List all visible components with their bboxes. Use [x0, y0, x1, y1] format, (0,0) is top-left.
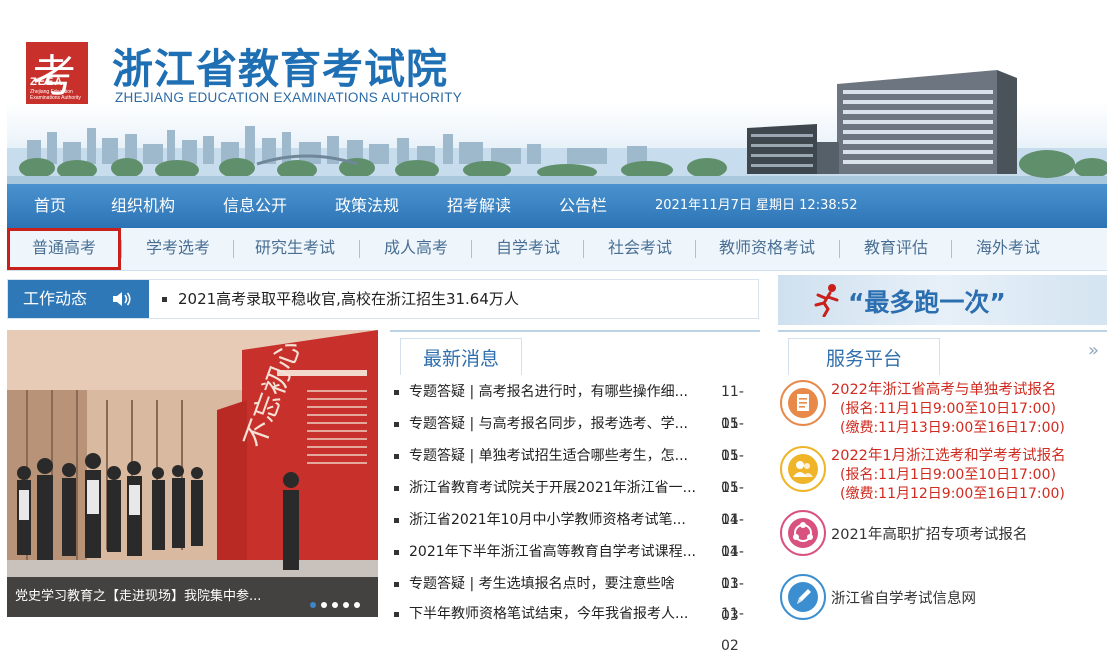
panel-top-line — [390, 330, 760, 332]
main-nav: 首页 组织机构 信息公开 政策法规 招考解读 公告栏 2021年11月7日 星期… — [7, 184, 1107, 228]
news-item[interactable]: 专题答疑 | 单独考试招生适合哪些考生，怎... 11-05 — [390, 440, 760, 496]
carousel-dot[interactable] — [310, 602, 316, 608]
news-item[interactable]: 2021年下半年浙江省高等教育自学考试课程... 11-03 — [390, 536, 760, 592]
bullet — [394, 486, 399, 491]
service-platform-panel: 服务平台 » 2022年浙江省高考与单独考试报名 (报名:11月1日9:00至1… — [778, 330, 1107, 626]
nav-home[interactable]: 首页 — [34, 184, 66, 228]
tab-self-study-exam[interactable]: 自学考试 — [473, 228, 583, 270]
current-datetime: 2021年11月7日 星期日 12:38:52 — [655, 198, 858, 213]
nav-divider — [951, 240, 952, 258]
service-item-expansion-exam[interactable]: 2021年高职扩招专项考试报名 — [778, 510, 1107, 580]
registration-period: (报名:11月1日9:00至10日17:00) — [840, 467, 1056, 483]
bullet — [394, 390, 399, 395]
carousel-dot[interactable] — [354, 602, 360, 608]
runner-icon — [814, 284, 839, 317]
news-title[interactable]: 浙江省2021年10月中小学教师资格考试笔... — [409, 504, 709, 536]
site-title[interactable]: 浙江省教育考试院 — [112, 35, 448, 95]
bullet — [394, 550, 399, 555]
banner-slogan: “最多跑一次” — [848, 288, 1006, 317]
carousel-dots — [310, 593, 365, 612]
ticker-headline[interactable]: 2021高考录取平稳收官,高校在浙江招生31.64万人 — [178, 280, 519, 318]
latest-news-heading[interactable]: 最新消息 — [400, 338, 522, 375]
news-title[interactable]: 2021年下半年浙江省高等教育自学考试课程... — [409, 536, 709, 568]
logo-abbr: ZEEA — [30, 76, 64, 88]
nav-divider — [695, 240, 696, 258]
tab-teacher-qualification[interactable]: 教师资格考试 — [697, 228, 837, 270]
featured-photo: 不忘初心 — [7, 330, 378, 617]
work-news-ticker: 工作动态 2021高考录取平稳收官,高校在浙江招生31.64万人 — [7, 279, 759, 319]
bullet — [162, 297, 167, 302]
nav-admission-guide[interactable]: 招考解读 — [447, 184, 511, 228]
news-title[interactable]: 浙江省教育考试院关于开展2021年浙江省一... — [409, 472, 709, 504]
nav-policies[interactable]: 政策法规 — [335, 184, 399, 228]
news-title[interactable]: 专题答疑 | 高考报名进行时，有哪些操作细... — [409, 376, 709, 408]
news-title[interactable]: 下半年教师资格笔试结束，今年我省报考人... — [409, 598, 709, 630]
carousel-dot[interactable] — [343, 602, 349, 608]
nav-divider — [233, 240, 234, 258]
news-item[interactable]: 下半年教师资格笔试结束，今年我省报考人... 11-02 — [390, 598, 760, 654]
panel-top-line — [778, 330, 1107, 332]
news-item[interactable]: 专题答疑 | 高考报名进行时，有哪些操作细... 11-05 — [390, 376, 760, 432]
nav-divider — [583, 240, 584, 258]
tab-social-exam[interactable]: 社会考试 — [585, 228, 695, 270]
service-item-xuankao-registration[interactable]: 2022年1月浙江选考和学考考试报名 (报名:11月1日9:00至10日17:0… — [778, 446, 1107, 516]
speaker-icon — [113, 292, 131, 306]
payment-period: (缴费:11月12日9:00至16日17:00) — [840, 486, 1065, 502]
zuiduo-paoyici-banner[interactable]: “最多跑一次” — [778, 275, 1107, 325]
service-title[interactable]: 2021年高职扩招专项考试报名 — [831, 523, 1027, 544]
news-title[interactable]: 专题答疑 | 考生选填报名点时，要注意些啥 — [409, 568, 709, 600]
tab-overseas-exam[interactable]: 海外考试 — [953, 228, 1063, 270]
bullet — [394, 612, 399, 617]
nav-info-disclosure[interactable]: 信息公开 — [223, 184, 287, 228]
nav-bulletin[interactable]: 公告栏 — [559, 184, 607, 228]
exam-category-nav: 普通高考 学考选考 研究生考试 成人高考 自学考试 社会考试 教师资格考试 教育… — [7, 228, 1107, 271]
nav-divider — [121, 240, 122, 258]
tab-gaokao[interactable]: 普通高考 — [7, 228, 121, 270]
bullet — [394, 454, 399, 459]
payment-period: (缴费:11月13日9:00至16日17:00) — [840, 420, 1065, 436]
zeea-logo[interactable]: 考 ZEEA Zhejiang Education Examinations A… — [26, 42, 88, 104]
bullet — [394, 518, 399, 523]
ticker-label: 工作动态 — [8, 280, 149, 318]
nav-divider — [471, 240, 472, 258]
site-subtitle: ZHEJIANG EDUCATION EXAMINATIONS AUTHORIT… — [115, 90, 463, 105]
campus-building-illustration — [747, 70, 1075, 178]
service-item-self-study-site[interactable]: 浙江省自学考试信息网 — [778, 574, 1107, 644]
service-title[interactable]: 浙江省自学考试信息网 — [831, 587, 976, 608]
tab-education-evaluation[interactable]: 教育评估 — [841, 228, 951, 270]
news-item[interactable]: 专题答疑 | 考生选填报名点时，要注意些啥 11-03 — [390, 568, 760, 624]
users-icon — [780, 446, 826, 492]
nav-divider — [839, 240, 840, 258]
bullet — [394, 422, 399, 427]
tab-xuekao-xuankao[interactable]: 学考选考 — [123, 228, 233, 270]
service-title[interactable]: 2022年浙江省高考与单独考试报名 — [831, 378, 1056, 399]
news-date: 11-02 — [721, 606, 744, 654]
pen-icon — [780, 574, 826, 620]
share-icon — [780, 510, 826, 556]
service-platform-heading[interactable]: 服务平台 — [788, 338, 940, 375]
registration-period: (报名:11月1日9:00至10日17:00) — [840, 401, 1056, 417]
carousel-dot[interactable] — [321, 602, 327, 608]
nav-organization[interactable]: 组织机构 — [111, 184, 175, 228]
logo-small-text: Zhejiang Education Examinations Authorit… — [30, 89, 81, 101]
service-title[interactable]: 2022年1月浙江选考和学考考试报名 — [831, 444, 1066, 465]
news-title[interactable]: 专题答疑 | 单独考试招生适合哪些考生，怎... — [409, 440, 709, 472]
news-title[interactable]: 专题答疑 | 与高考报名同步，报考选考、学... — [409, 408, 709, 440]
tab-graduate-exam[interactable]: 研究生考试 — [235, 228, 355, 270]
bullet — [394, 582, 399, 587]
news-item[interactable]: 浙江省2021年10月中小学教师资格考试笔... 11-04 — [390, 504, 760, 560]
site-header: 考 ZEEA Zhejiang Education Examinations A… — [7, 0, 1107, 184]
carousel-dot[interactable] — [332, 602, 338, 608]
news-item[interactable]: 浙江省教育考试院关于开展2021年浙江省一... 11-04 — [390, 472, 760, 528]
photo-caption-bar: 党史学习教育之【走进现场】我院集中参... — [7, 577, 378, 617]
document-icon — [780, 380, 826, 426]
service-item-gaokao-registration[interactable]: 2022年浙江省高考与单独考试报名 (报名:11月1日9:00至10日17:00… — [778, 380, 1107, 450]
featured-photo-carousel[interactable]: 不忘初心 党史学习教育之【走进现场】我院集中参... — [7, 330, 378, 617]
tab-adult-exam[interactable]: 成人高考 — [361, 228, 471, 270]
latest-news-panel: 最新消息 专题答疑 | 高考报名进行时，有哪些操作细... 11-05 专题答疑… — [390, 330, 760, 654]
news-item[interactable]: 专题答疑 | 与高考报名同步，报考选考、学... 11-05 — [390, 408, 760, 464]
more-icon[interactable]: » — [1088, 340, 1099, 361]
photo-caption[interactable]: 党史学习教育之【走进现场】我院集中参... — [15, 577, 261, 617]
nav-divider — [359, 240, 360, 258]
